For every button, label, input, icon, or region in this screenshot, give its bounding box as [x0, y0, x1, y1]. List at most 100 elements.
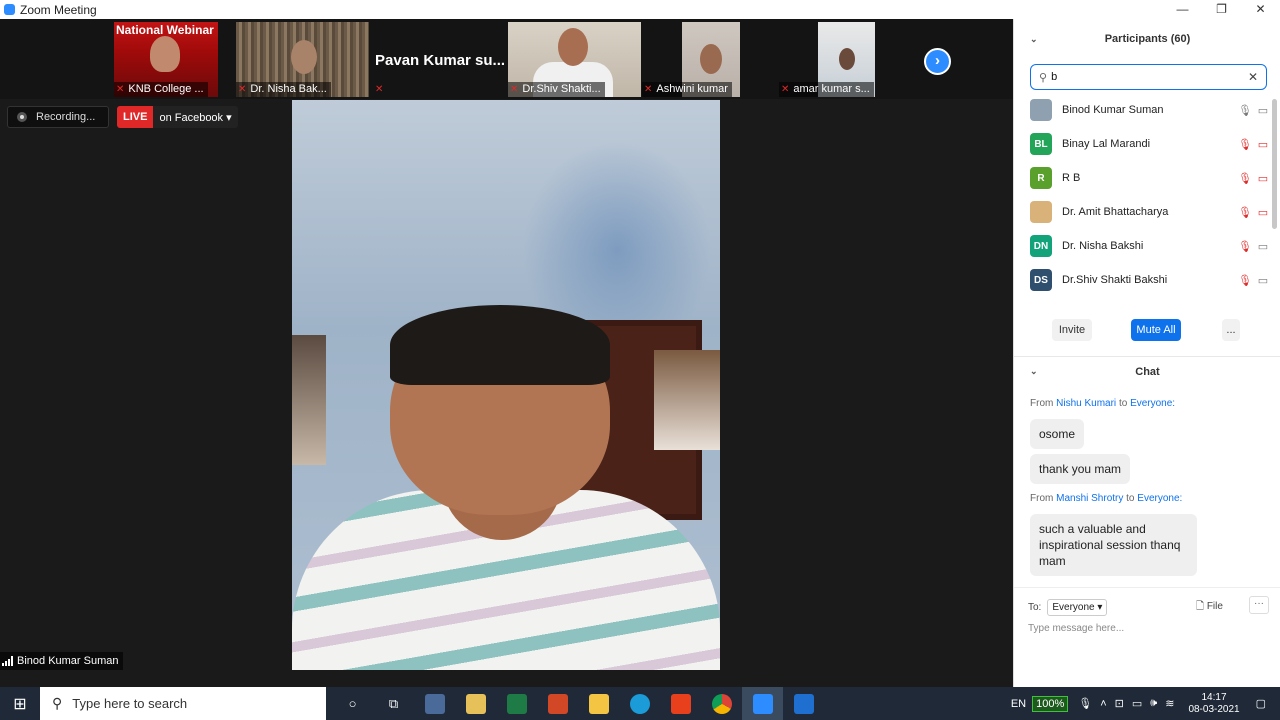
record-icon	[17, 112, 27, 122]
participant-list-scrollbar[interactable]	[1272, 99, 1277, 229]
chat-header: ⌄ Chat	[1014, 356, 1280, 386]
mic-icon[interactable]: 🎙	[1236, 104, 1254, 117]
participants-title: Participants (60)	[1104, 33, 1191, 45]
recipient-link[interactable]: Everyone:	[1137, 493, 1182, 504]
video-tile-ashwini[interactable]: ✕ Ashwini kumar	[642, 22, 778, 97]
video-camera-icon[interactable]: ▭	[1254, 240, 1272, 253]
more-options-button[interactable]: ...	[1222, 319, 1240, 341]
store-icon[interactable]	[455, 687, 496, 720]
file-button[interactable]: 🗋 File	[1196, 599, 1223, 616]
clock[interactable]: 14:17 08-03-2021	[1188, 692, 1239, 716]
recipient-link[interactable]: Everyone:	[1130, 398, 1175, 409]
participant-row[interactable]: DN Dr. Nisha Bakshi 🎙 ▭	[1014, 229, 1272, 263]
active-speaker-video	[292, 100, 720, 670]
wall-calendar	[292, 335, 326, 465]
time: 14:17	[1201, 691, 1227, 703]
app-icon[interactable]	[414, 687, 455, 720]
mic-muted-icon[interactable]: 🎙	[1236, 138, 1254, 151]
collapse-chevron-icon[interactable]: ⌄	[1030, 366, 1038, 377]
participant-row[interactable]: Dr. Amit Bhattacharya 🎙 ▭	[1014, 195, 1272, 229]
cortana-icon[interactable]: ○	[332, 687, 373, 720]
tile-name: ✕ Dr. Nisha Bak...	[236, 82, 331, 97]
chat-sender-line: From Nishu Kumari to Everyone:	[1030, 398, 1176, 409]
app-icon[interactable]	[783, 687, 824, 720]
participant-face	[700, 44, 722, 74]
zoom-taskbar-icon[interactable]	[742, 687, 783, 720]
recording-indicator[interactable]: Recording...	[7, 106, 109, 128]
video-camera-icon[interactable]: ▭	[1254, 104, 1272, 117]
notifications-icon[interactable]: ▢	[1256, 697, 1266, 710]
meeting-stage: National Webinar ✕ KNB College ... ✕ Dr. N…	[0, 19, 1013, 687]
clear-search-icon[interactable]: ✕	[1248, 70, 1258, 84]
video-off-icon[interactable]: ▭	[1254, 138, 1272, 151]
date: 08-03-2021	[1188, 703, 1240, 715]
participant-row[interactable]: Binod Kumar Suman 🎙 ▭	[1014, 93, 1272, 127]
video-tile-pavan[interactable]: Pavan Kumar su... ✕	[369, 22, 507, 97]
participant-list: Binod Kumar Suman 🎙 ▭ BL Binay Lal Maran…	[1014, 93, 1280, 305]
language-indicator[interactable]: EN	[1011, 698, 1026, 710]
close-window-button[interactable]: ✕	[1241, 0, 1280, 19]
window-titlebar: Zoom Meeting — ❐ ✕	[0, 0, 1280, 19]
battery-icon[interactable]: ▭	[1132, 697, 1142, 710]
video-tile-shiv[interactable]: ✕ Dr.Shiv Shakti...	[508, 22, 641, 97]
mic-muted-icon[interactable]: 🎙	[1236, 240, 1254, 253]
chat-message-input[interactable]: Type message here...	[1028, 623, 1124, 634]
mic-muted-icon[interactable]: 🎙	[1236, 274, 1254, 287]
live-stream-badge[interactable]: LIVE on Facebook ▾	[117, 106, 238, 128]
recipient-selector: To: Everyone ▾	[1028, 599, 1108, 616]
participant-face	[839, 48, 855, 70]
video-off-icon[interactable]: ▭	[1254, 206, 1272, 219]
active-speaker-label: Binod Kumar Suman	[0, 652, 123, 670]
next-page-button[interactable]: ›	[924, 48, 951, 75]
collapse-chevron-icon[interactable]: ⌄	[1030, 34, 1038, 45]
network-icon[interactable]: ⊡	[1115, 697, 1124, 710]
avatar	[1030, 201, 1052, 223]
sender-link[interactable]: Manshi Shrotry	[1056, 493, 1123, 504]
recipient-dropdown[interactable]: Everyone ▾	[1047, 599, 1108, 616]
participant-face	[558, 28, 588, 66]
office-icon[interactable]	[660, 687, 701, 720]
gallery-strip: National Webinar ✕ KNB College ... ✕ Dr. N…	[0, 19, 1013, 99]
live-destination: on Facebook ▾	[159, 111, 232, 124]
file-explorer-icon[interactable]	[578, 687, 619, 720]
chat-more-button[interactable]: ···	[1249, 596, 1269, 614]
avatar: DN	[1030, 235, 1052, 257]
mic-muted-icon[interactable]: 🎙	[1236, 206, 1254, 219]
participant-row[interactable]: R R B 🎙 ▭	[1014, 161, 1272, 195]
windows-start-icon[interactable]: ⊞	[0, 687, 40, 720]
taskbar-search-input[interactable]: ⚲ Type here to search	[40, 687, 326, 720]
mic-muted-icon[interactable]: 🎙	[1236, 172, 1254, 185]
video-off-icon[interactable]: ▭	[1254, 172, 1272, 185]
video-tile-amar[interactable]: ✕ amar kumar s...	[779, 22, 913, 97]
tile-name: ✕ Ashwini kumar	[642, 82, 732, 97]
video-camera-icon[interactable]: ▭	[1254, 274, 1272, 287]
sender-link[interactable]: Nishu Kumari	[1056, 398, 1116, 409]
minimize-button[interactable]: —	[1163, 0, 1202, 19]
mic-muted-icon: ✕	[510, 84, 519, 95]
app-icon[interactable]	[537, 687, 578, 720]
side-panel: ⌄ Participants (60) ⚲ b ✕ Binod Kumar Su…	[1013, 19, 1280, 687]
task-view-icon[interactable]: ⧉	[373, 687, 414, 720]
mic-muted-icon: ✕	[781, 84, 790, 95]
tile-name: ✕ Dr.Shiv Shakti...	[508, 82, 605, 97]
participant-row[interactable]: DS Dr.Shiv Shakti Bakshi 🎙 ▭	[1014, 263, 1272, 297]
video-tile-knb-college[interactable]: National Webinar ✕ KNB College ...	[114, 22, 218, 97]
mic-tray-icon[interactable]: 🎙	[1078, 697, 1092, 710]
participant-name: Dr. Nisha Bakshi	[1062, 240, 1144, 252]
participant-face	[291, 40, 317, 74]
tile-name: ✕ amar kumar s...	[779, 82, 874, 97]
show-hidden-icon[interactable]: ˄	[1100, 698, 1106, 710]
mute-all-button[interactable]: Mute All	[1131, 319, 1181, 341]
wifi-icon[interactable]: ≋	[1165, 697, 1174, 710]
restore-button[interactable]: ❐	[1202, 0, 1241, 19]
excel-icon[interactable]	[496, 687, 537, 720]
participant-row[interactable]: BL Binay Lal Marandi 🎙 ▭	[1014, 127, 1272, 161]
chrome-icon[interactable]	[701, 687, 742, 720]
invite-button[interactable]: Invite	[1052, 319, 1092, 341]
participant-search-input[interactable]: ⚲ b ✕	[1030, 64, 1267, 90]
volume-icon[interactable]: 🕪	[1150, 697, 1157, 710]
battery-indicator[interactable]: 100%	[1032, 695, 1069, 712]
video-tile-nisha[interactable]: ✕ Dr. Nisha Bak...	[236, 22, 369, 97]
edge-icon[interactable]	[619, 687, 660, 720]
search-value: b	[1051, 71, 1058, 83]
